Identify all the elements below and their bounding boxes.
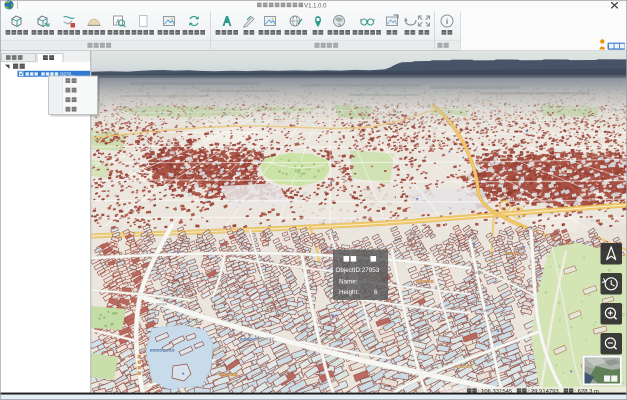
svg-text:i: i bbox=[446, 17, 448, 26]
svg-text:ObjectID:27953: ObjectID:27953 bbox=[336, 267, 380, 274]
svg-text:Height:: Height: bbox=[339, 289, 359, 296]
svg-text:- V1.1.0.0: - V1.1.0.0 bbox=[301, 3, 328, 9]
svg-text:6: 6 bbox=[374, 289, 378, 296]
svg-text:Name:: Name: bbox=[339, 279, 358, 286]
